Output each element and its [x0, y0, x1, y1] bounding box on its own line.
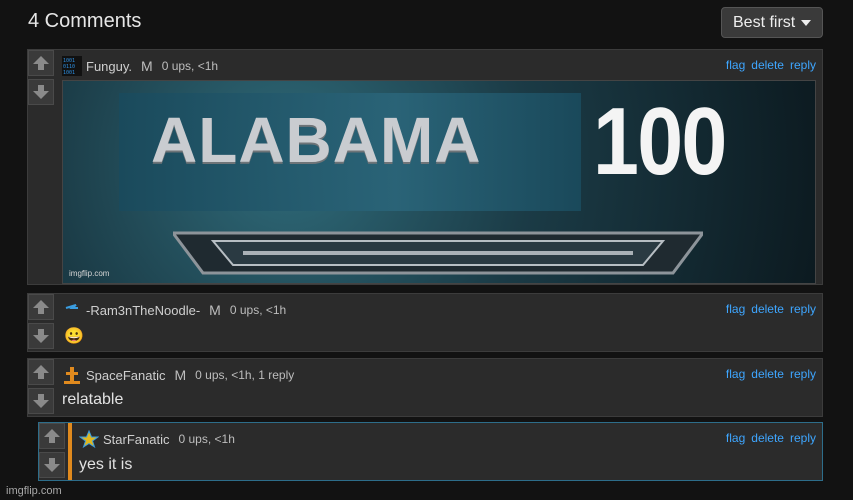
- comment-2: -Ram3nTheNoodle- M 0 ups, <1h flag delet…: [27, 293, 823, 352]
- comment-actions: flag delete reply: [726, 58, 816, 72]
- comment-reply: StarFanatic 0 ups, <1h flag delete reply…: [38, 422, 823, 481]
- comment-stats: 0 ups, <1h: [229, 303, 287, 317]
- avatar[interactable]: [62, 300, 82, 320]
- username[interactable]: StarFanatic: [103, 432, 169, 447]
- reply-link[interactable]: reply: [790, 302, 816, 316]
- arrow-up-icon: [33, 56, 49, 70]
- comment-stats: 0 ups, <1h: [178, 432, 235, 446]
- comment-meta: StarFanatic 0 ups, <1h: [79, 429, 235, 449]
- comment-1: 1001 0110 1001 Funguy. M 0 ups, <1h flag d…: [27, 49, 823, 285]
- avatar[interactable]: [62, 365, 82, 385]
- vote-buttons: [28, 294, 56, 352]
- vote-buttons: [28, 50, 56, 108]
- username[interactable]: SpaceFanatic: [86, 368, 166, 383]
- arrow-up-icon: [33, 300, 49, 314]
- comment-meta: -Ram3nTheNoodle- M 0 ups, <1h: [62, 300, 286, 320]
- comment-meta: 1001 0110 1001 Funguy. M 0 ups, <1h: [62, 56, 218, 76]
- flag-link[interactable]: flag: [726, 58, 745, 72]
- meme-word: ALABAMA: [151, 104, 482, 176]
- upvote-button[interactable]: [28, 359, 54, 385]
- comment-text: relatable: [62, 391, 124, 408]
- meme-watermark: imgflip.com: [69, 269, 110, 278]
- downvote-button[interactable]: [39, 452, 65, 478]
- comment-actions: flag delete reply: [726, 302, 816, 316]
- arrow-down-icon: [33, 329, 49, 343]
- downvote-button[interactable]: [28, 79, 54, 105]
- avatar[interactable]: 1001 0110 1001: [62, 56, 82, 76]
- delete-link[interactable]: delete: [751, 431, 784, 445]
- comment-3: SpaceFanatic M 0 ups, <1h, 1 reply flag …: [27, 358, 823, 417]
- imgflip-watermark: imgflip.com: [6, 485, 62, 497]
- meme-number: 100: [593, 88, 727, 195]
- meme-level-bar: [173, 231, 703, 275]
- upvote-button[interactable]: [39, 423, 65, 449]
- username[interactable]: -Ram3nTheNoodle-: [86, 303, 200, 318]
- mod-badge: M: [209, 302, 221, 318]
- arrow-down-icon: [33, 394, 49, 408]
- username[interactable]: Funguy.: [86, 59, 132, 74]
- mod-badge: M: [174, 367, 187, 383]
- flag-link[interactable]: flag: [726, 302, 745, 316]
- flag-link[interactable]: flag: [726, 431, 745, 445]
- downvote-button[interactable]: [28, 388, 54, 414]
- reply-accent-strip: [68, 423, 72, 480]
- meme-image[interactable]: ALABAMA 100 imgflip.com: [62, 80, 816, 284]
- svg-text:1001: 1001: [63, 70, 75, 76]
- comment-stats: 0 ups, <1h, 1 reply: [195, 368, 295, 382]
- comment-actions: flag delete reply: [726, 367, 816, 381]
- delete-link[interactable]: delete: [751, 302, 784, 316]
- comment-meta: SpaceFanatic M 0 ups, <1h, 1 reply: [62, 365, 294, 385]
- arrow-up-icon: [33, 365, 49, 379]
- comments-count-title: 4 Comments: [28, 10, 142, 32]
- arrow-down-icon: [33, 85, 49, 99]
- delete-link[interactable]: delete: [751, 58, 784, 72]
- avatar[interactable]: [79, 429, 99, 449]
- reply-link[interactable]: reply: [790, 367, 816, 381]
- upvote-button[interactable]: [28, 50, 54, 76]
- downvote-button[interactable]: [28, 323, 54, 349]
- comment-text: yes it is: [79, 456, 133, 473]
- flag-link[interactable]: flag: [726, 367, 745, 381]
- sort-label: Best first: [733, 13, 796, 31]
- comment-stats: 0 ups, <1h: [161, 59, 219, 73]
- comment-actions: flag delete reply: [726, 431, 816, 445]
- upvote-button[interactable]: [28, 294, 54, 320]
- sort-dropdown[interactable]: Best first: [721, 7, 823, 38]
- caret-down-icon: [801, 19, 812, 26]
- reply-link[interactable]: reply: [790, 431, 816, 445]
- reply-link[interactable]: reply: [790, 58, 816, 72]
- comment-text: 😀: [64, 328, 84, 345]
- vote-buttons: [39, 423, 67, 481]
- delete-link[interactable]: delete: [751, 367, 784, 381]
- vote-buttons: [28, 359, 56, 417]
- arrow-down-icon: [44, 458, 60, 472]
- arrow-up-icon: [44, 429, 60, 443]
- mod-badge: M: [141, 58, 153, 74]
